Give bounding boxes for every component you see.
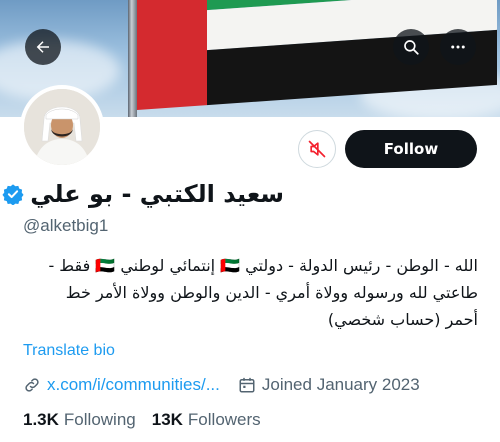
user-handle: @alketbig1 [23, 216, 109, 235]
mute-notifications-button[interactable] [298, 130, 336, 168]
bio-line: طاعتي لله ورسوله وولاة أمري - الدين والو… [65, 283, 478, 302]
followers-count: 13K [151, 410, 183, 429]
follow-stats: 1.3K Following 13K Followers [23, 410, 261, 430]
display-name: سعيد الكتبي - بو علي [30, 180, 284, 208]
avatar[interactable] [20, 85, 104, 169]
bio-line: أحمر (حساب شخصي) [327, 310, 478, 329]
bell-off-icon [308, 140, 326, 158]
more-horizontal-icon [451, 45, 465, 49]
translate-bio-link[interactable]: Translate bio [23, 342, 115, 360]
profile-photo [24, 89, 100, 165]
profile-meta: x.com/i/communities/... Joined January 2… [23, 375, 420, 395]
following-stat[interactable]: 1.3K Following [23, 410, 136, 430]
following-label: Following [63, 410, 136, 429]
calendar-icon [239, 377, 255, 393]
profile-link-text[interactable]: x.com/i/communities/... [47, 375, 220, 395]
bio-line: الله - الوطن - رئيس الدولة - دولتي 🇦🇪 إن… [48, 256, 478, 275]
profile-link[interactable]: x.com/i/communities/... [23, 375, 220, 395]
followers-label: Followers [187, 410, 261, 429]
joined-date: Joined January 2023 [238, 375, 420, 395]
followers-stat[interactable]: 13K Followers [152, 410, 261, 430]
arrow-left-icon [36, 41, 49, 53]
display-name-row: سعيد الكتبي - بو علي [2, 180, 284, 208]
follow-button[interactable]: Follow [345, 130, 477, 168]
back-button[interactable] [25, 29, 61, 65]
link-icon [25, 378, 39, 392]
search-button[interactable] [393, 29, 429, 65]
following-count: 1.3K [23, 410, 59, 429]
more-button[interactable] [440, 29, 476, 65]
joined-date-text: Joined January 2023 [261, 375, 420, 394]
verified-badge-icon [2, 184, 24, 205]
profile-bio: الله - الوطن - رئيس الدولة - دولتي 🇦🇪 إن… [18, 252, 478, 333]
search-icon [404, 40, 419, 55]
flag-pole [128, 0, 137, 117]
